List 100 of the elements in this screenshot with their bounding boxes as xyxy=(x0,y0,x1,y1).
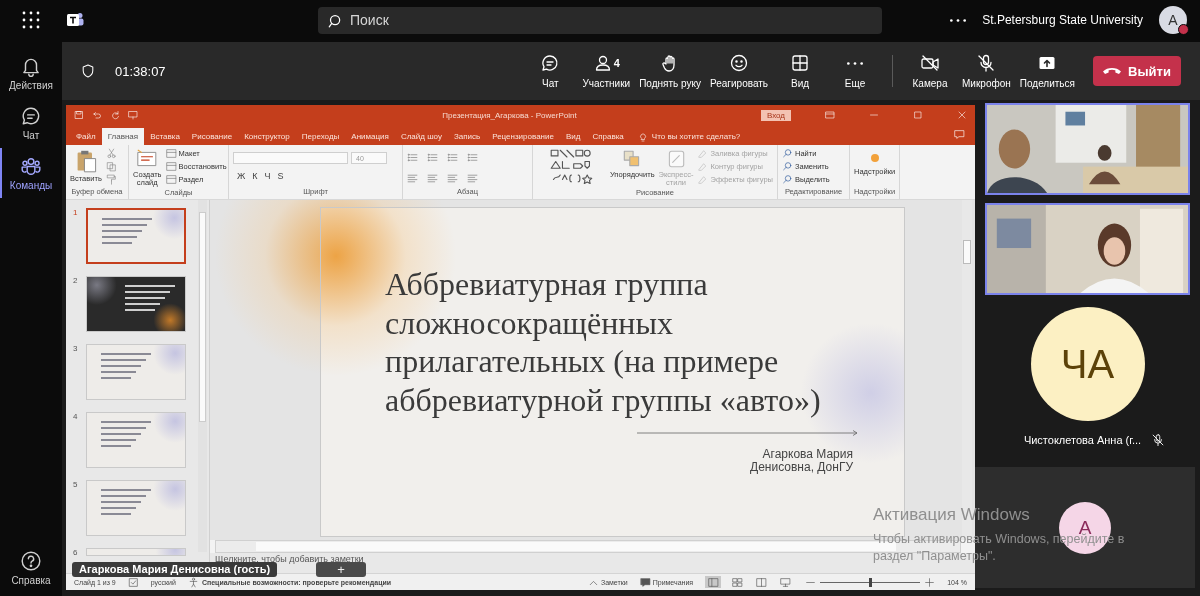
copy-icon xyxy=(105,161,117,172)
slide-number: 1 xyxy=(72,208,79,219)
ribbon-tab[interactable]: Главная xyxy=(101,128,145,145)
chat-button[interactable]: Чат xyxy=(524,53,577,89)
more-button[interactable]: Еще xyxy=(829,53,882,89)
close-icon xyxy=(957,110,967,120)
layout-icon xyxy=(165,174,177,185)
microphone-button[interactable]: Микрофон xyxy=(959,53,1014,89)
ribbon-tab[interactable]: Переходы xyxy=(295,128,346,145)
user-avatar[interactable]: A xyxy=(1159,6,1187,34)
sorter-view-icon xyxy=(731,576,743,588)
font-name-field[interactable] xyxy=(233,152,348,164)
phone-icon xyxy=(1103,68,1122,74)
format-button[interactable]: Ж xyxy=(237,171,246,181)
scrollbar[interactable] xyxy=(198,200,207,552)
presence-dot xyxy=(1178,24,1189,35)
slide-number: 4 xyxy=(72,412,79,423)
smile-button[interactable]: Реагировать xyxy=(707,53,772,89)
slide-thumbnail[interactable] xyxy=(86,344,186,400)
more-icon xyxy=(950,18,967,22)
organization-name: St.Petersburg State University xyxy=(982,13,1143,27)
hand-button[interactable]: Поднять руку xyxy=(636,53,704,89)
notes-placeholder[interactable]: Щелкните, чтобы добавить заметки xyxy=(215,554,364,564)
format-button[interactable]: К xyxy=(252,171,258,181)
presenter-name-tag: Агаркова Мария Денисовна (гость) xyxy=(72,562,278,577)
layout-icon xyxy=(165,161,177,172)
slide-title: Аббревиатурная группа сложносокращённых прилагательных (на примере аббревиатурной группы «авто») xyxy=(385,265,822,419)
slide-thumbnail[interactable] xyxy=(86,548,186,556)
ribbon-tab[interactable]: Запись xyxy=(447,128,487,145)
nav-tab[interactable]: Действия xyxy=(0,48,62,98)
slideshow-icon xyxy=(128,110,138,120)
camera-icon xyxy=(920,53,941,73)
teams-logo-icon[interactable] xyxy=(66,11,84,29)
edit-command-icon xyxy=(782,148,793,159)
format-button[interactable]: Ч xyxy=(264,171,271,181)
ribbon-tab[interactable]: Вставка xyxy=(144,128,186,145)
undo-icon xyxy=(92,110,102,120)
list-icon xyxy=(447,152,458,163)
format-button[interactable]: S xyxy=(277,171,284,181)
align-icon xyxy=(467,173,478,184)
scissors-icon xyxy=(105,148,117,159)
participant-name: Чистоклетова Анна (г... xyxy=(1023,434,1142,446)
add-ins-icon xyxy=(870,154,879,162)
reading-view-icon xyxy=(755,576,767,588)
ribbon-tab[interactable]: Рецензирование xyxy=(486,128,560,145)
redo-icon xyxy=(110,110,120,120)
slide-thumbnail[interactable] xyxy=(86,480,186,536)
ribbon-display-icon xyxy=(825,110,835,120)
slide-author: Агаркова Мария Денисовна, ДонГУ xyxy=(750,448,853,474)
shape-format-icon xyxy=(697,148,709,159)
nav-tab[interactable]: Чат xyxy=(0,98,62,148)
nav-tab[interactable]: Команды xyxy=(0,148,62,198)
teams-icon xyxy=(20,155,42,177)
nav-tab[interactable]: Справка xyxy=(0,546,62,590)
zoom-in-icon xyxy=(924,576,936,588)
normal-view-icon xyxy=(707,576,719,588)
help-icon xyxy=(20,550,42,572)
list-icon xyxy=(427,152,438,163)
smile-icon xyxy=(729,53,749,73)
shield-icon xyxy=(80,63,96,79)
app-launcher-icon[interactable] xyxy=(22,11,40,29)
slide-thumbnail[interactable] xyxy=(86,276,186,332)
layout-button[interactable]: Вид xyxy=(774,53,827,89)
share-button[interactable]: Поделиться xyxy=(1016,53,1078,89)
people-button[interactable]: 4 Участники xyxy=(579,53,634,89)
spellcheck-icon xyxy=(127,576,139,588)
shape-format-icon xyxy=(697,174,709,185)
leave-button[interactable]: Выйти xyxy=(1093,56,1181,86)
align-icon xyxy=(407,173,418,184)
ribbon-tab[interactable]: Анимация xyxy=(345,128,395,145)
shape-format-icon xyxy=(697,161,709,172)
edit-command-icon xyxy=(782,174,793,185)
ribbon-tab[interactable]: Справка xyxy=(586,128,630,145)
participant-avatar: ЧА xyxy=(1030,307,1145,421)
ribbon-tab[interactable]: Вид xyxy=(559,128,587,145)
format-painter-icon xyxy=(105,174,117,185)
add-button[interactable]: + xyxy=(316,562,366,577)
layout-icon xyxy=(165,148,177,159)
slide-number: 5 xyxy=(72,480,79,491)
edit-command-icon xyxy=(782,161,793,172)
slide-thumbnail[interactable] xyxy=(86,412,186,468)
camera-button[interactable]: Камера xyxy=(904,53,957,89)
ribbon-tab[interactable]: Рисование xyxy=(185,128,239,145)
maximize-icon xyxy=(913,110,923,120)
ribbon-tab[interactable]: Конструктор xyxy=(238,128,296,145)
ribbon-tab[interactable]: Слайд шоу xyxy=(394,128,448,145)
tell-me-field[interactable]: Что вы хотите сделать? xyxy=(629,128,749,145)
search-field[interactable]: Поиск xyxy=(318,6,882,34)
ribbon-tab[interactable]: Файл xyxy=(70,128,102,145)
layout-icon xyxy=(790,53,811,73)
chat-icon xyxy=(20,105,42,127)
window-title: Презентация_Агаркова - PowerPoint xyxy=(441,110,578,120)
save-icon xyxy=(74,110,84,120)
slide-thumbnail[interactable] xyxy=(86,208,186,264)
sign-in-button[interactable]: Вход xyxy=(760,109,791,121)
slide-number: 3 xyxy=(72,344,79,355)
more-icon xyxy=(847,61,864,65)
list-icon xyxy=(467,152,478,163)
slide-number: 2 xyxy=(72,276,79,287)
comments-icon xyxy=(639,576,651,588)
